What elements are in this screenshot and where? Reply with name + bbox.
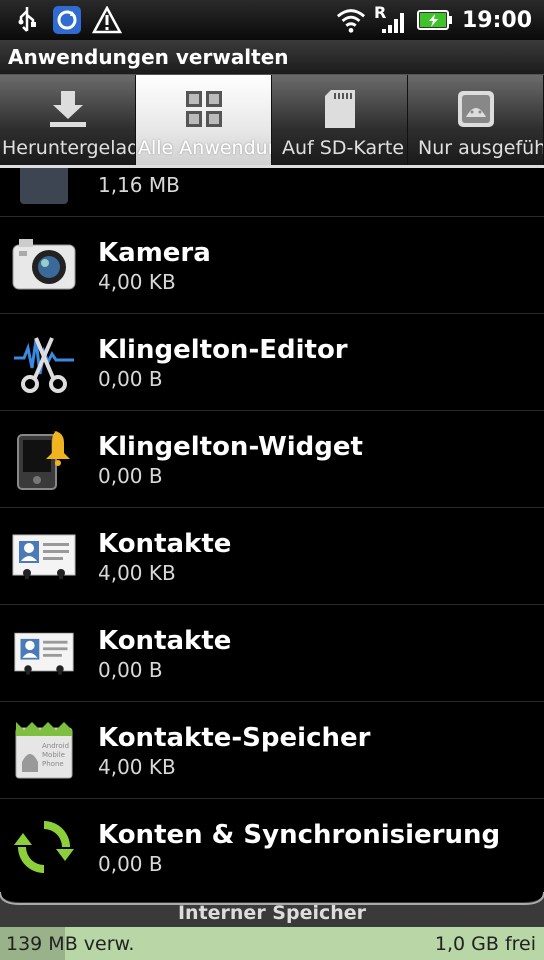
- camera-icon: [10, 231, 78, 299]
- page-title-bar: Anwendungen verwalten: [0, 40, 544, 74]
- app-name: Kontakte: [98, 529, 232, 559]
- storage-free-text: 1,0 GB frei: [434, 932, 536, 955]
- app-name: Kontakte: [98, 626, 232, 656]
- app-name: Klingelton-Widget: [98, 432, 363, 462]
- signal-roaming-icon: R: [373, 3, 408, 35]
- wifi-icon: [336, 5, 366, 35]
- scissors-waveform-icon: [10, 328, 78, 396]
- usb-icon: [12, 5, 42, 35]
- app-size: 0,00 B: [98, 367, 163, 391]
- phone-bell-icon: [10, 425, 78, 493]
- tab-label: Alle Anwendun: [138, 137, 272, 159]
- warning-icon: [92, 5, 122, 35]
- app-size: 4,00 KB: [98, 755, 176, 779]
- tab-running[interactable]: Nur ausgeführ: [408, 75, 544, 165]
- roaming-letter: R: [373, 3, 387, 22]
- tab-bar: Heruntergelad Alle Anwendun Auf SD-Karte…: [0, 74, 544, 168]
- tab-sd-card[interactable]: Auf SD-Karte: [272, 75, 408, 165]
- android-package-icon: Android Mobile Phone: [10, 716, 78, 784]
- svg-text:Mobile: Mobile: [42, 751, 65, 759]
- app-size: 4,00 KB: [98, 561, 176, 585]
- contact-card-icon: [10, 522, 78, 590]
- download-icon: [46, 87, 90, 131]
- status-bar: R 19:00: [0, 0, 544, 40]
- app-size: 4,00 KB: [98, 270, 176, 294]
- battery-charging-icon: [416, 5, 454, 35]
- android-running-icon: [454, 87, 498, 131]
- app-size: 1,16 MB: [98, 173, 180, 197]
- storage-label: Interner Speicher: [177, 902, 367, 924]
- app-size: 0,00 B: [98, 464, 163, 488]
- app-name: Klingelton-Editor: [98, 335, 348, 365]
- contact-card-icon: [10, 619, 78, 687]
- app-name: Konten & Synchronisierung: [98, 820, 501, 850]
- grid-icon: [182, 87, 226, 131]
- storage-bar: 139 MB verw. 1,0 GB frei: [0, 927, 544, 960]
- tab-label: Nur ausgeführ: [418, 137, 544, 159]
- list-item[interactable]: Kontakte 0,00 B: [0, 605, 544, 702]
- list-item[interactable]: Klingelton-Editor 0,00 B: [0, 314, 544, 411]
- app-list[interactable]: 1,16 MB Kamera 4,00 KB Klingelton-Editor…: [0, 168, 544, 886]
- app-size: 0,00 B: [98, 658, 163, 682]
- page-title: Anwendungen verwalten: [8, 45, 289, 69]
- list-item[interactable]: Android Mobile Phone Kontakte-Speicher 4,0…: [0, 702, 544, 799]
- tab-all-apps[interactable]: Alle Anwendun: [136, 75, 272, 165]
- sd-card-icon: [318, 87, 362, 131]
- tab-label: Heruntergelad: [2, 137, 136, 159]
- list-item[interactable]: Kamera 4,00 KB: [0, 217, 544, 314]
- sync-icon: [52, 5, 82, 35]
- list-item[interactable]: 1,16 MB: [0, 168, 544, 217]
- svg-text:Phone: Phone: [42, 760, 64, 768]
- list-item[interactable]: Kontakte 4,00 KB: [0, 508, 544, 605]
- list-item[interactable]: Klingelton-Widget 0,00 B: [0, 411, 544, 508]
- tab-label: Auf SD-Karte: [282, 137, 405, 159]
- tab-downloaded[interactable]: Heruntergelad: [0, 75, 136, 165]
- clock: 19:00: [461, 7, 532, 33]
- storage-used-text: 139 MB verw.: [6, 932, 135, 955]
- app-name: Kontakte-Speicher: [98, 723, 371, 753]
- svg-text:Android: Android: [42, 742, 69, 750]
- partial-app-icon: [10, 168, 78, 214]
- app-name: Kamera: [98, 238, 211, 268]
